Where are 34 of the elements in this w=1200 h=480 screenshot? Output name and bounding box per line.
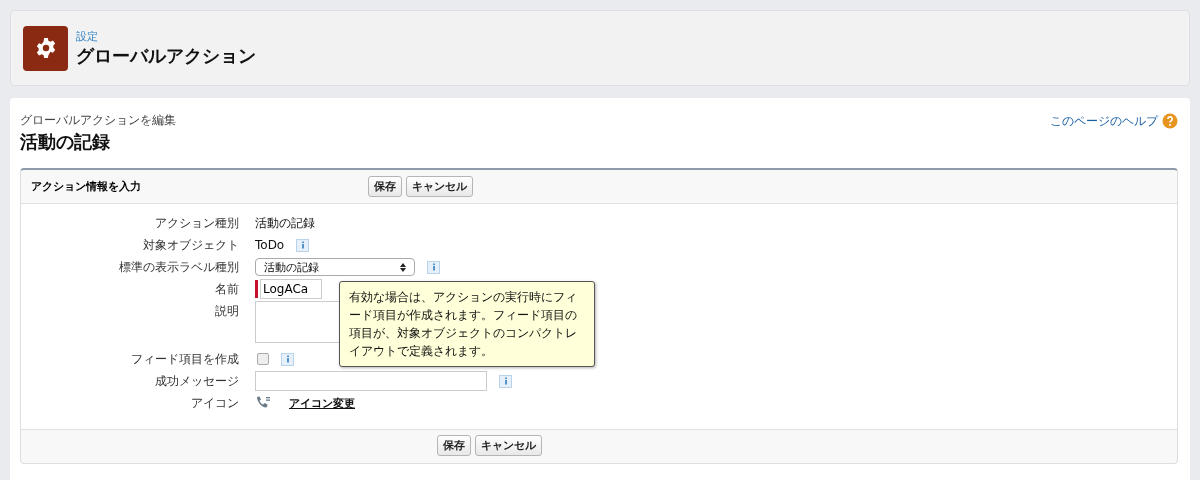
field-label: 対象オブジェクト: [142, 237, 240, 254]
field-label: 説明: [214, 303, 240, 320]
field-label: アイコン: [190, 395, 240, 412]
field-label: アクション種別: [154, 215, 240, 232]
field-label: フィード項目を作成: [130, 351, 240, 368]
change-icon-link[interactable]: アイコン変更: [289, 395, 355, 411]
tooltip: 有効な場合は、アクションの実行時にフィード項目が作成されます。フィード項目の項目が、対象オブジェクトのコンパクトレイアウトで定義されます。: [339, 281, 595, 367]
text-field[interactable]: [255, 371, 487, 391]
breadcrumb-link[interactable]: 設定: [76, 28, 256, 44]
field-value: ToDo: [255, 238, 285, 252]
form-button[interactable]: 保存: [436, 435, 471, 456]
phone-icon: [255, 396, 271, 410]
page-title: グローバルアクション: [76, 43, 256, 68]
text-field[interactable]: LogACa: [260, 279, 322, 299]
form-button[interactable]: キャンセル: [406, 176, 473, 197]
help-link[interactable]: このページのヘルプ: [1050, 112, 1158, 130]
section-title: アクション情報を入力: [31, 179, 142, 194]
field-label: 名前: [214, 281, 240, 298]
info-icon[interactable]: [499, 374, 512, 388]
edit-subtitle: グローバルアクションを編集: [20, 112, 176, 129]
info-icon[interactable]: [427, 260, 440, 274]
form-button[interactable]: キャンセル: [474, 435, 542, 456]
field-value: 活動の記録: [255, 214, 315, 232]
info-icon[interactable]: [296, 238, 310, 252]
record-title: 活動の記録: [20, 130, 111, 154]
help-icon[interactable]: [1162, 113, 1178, 129]
checkbox[interactable]: [257, 353, 269, 365]
form-button[interactable]: 保存: [368, 176, 402, 197]
info-icon[interactable]: [281, 352, 294, 366]
label-type-select[interactable]: 活動の記録: [255, 258, 415, 276]
field-label: 成功メッセージ: [154, 373, 240, 390]
dropdown-arrow-icon: [400, 262, 406, 272]
field-label: 標準の表示ラベル種別: [118, 259, 240, 276]
gear-icon: [23, 25, 68, 71]
